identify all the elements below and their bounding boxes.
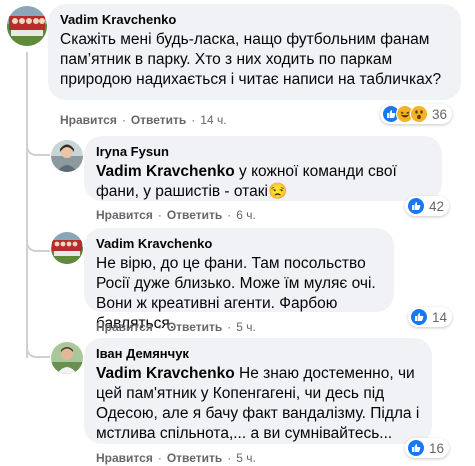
reply-link[interactable]: Ответить [167, 451, 222, 465]
reply-link[interactable]: Ответить [131, 113, 186, 127]
reaction-count: 16 [429, 440, 445, 456]
comment-bubble: Vadim Kravchenko Не вірю, до це фани. Та… [84, 228, 394, 332]
comment-text: Скажіть мені будь-ласка, нащо футбольним… [60, 30, 449, 90]
comment-actions: Нравится · Ответить · 5 ч. [96, 320, 256, 334]
reaction-count: 36 [432, 106, 448, 122]
comment-bubble: Vadim Kravchenko Скажіть мені будь-ласка… [48, 4, 461, 100]
reaction-count: 14 [432, 309, 448, 325]
comment-actions: Нравится · Ответить · 5 ч. [96, 451, 256, 465]
wow-icon [410, 105, 428, 123]
separator: · [227, 208, 232, 222]
separator: · [227, 320, 232, 334]
thread-elbow [26, 136, 50, 156]
reaction-summary[interactable]: 42 [405, 196, 450, 216]
comment-bubble: Iryna Fysun Vadim Kravchenko у кожної ко… [84, 136, 442, 201]
comment-actions: Нравится · Ответить · 14 ч. [60, 113, 227, 127]
reaction-summary[interactable]: 14 [408, 307, 453, 327]
reaction-summary[interactable]: 36 [380, 104, 453, 124]
timestamp[interactable]: 6 ч. [236, 208, 256, 222]
avatar[interactable] [7, 6, 47, 46]
reply-link[interactable]: Ответить [167, 208, 222, 222]
timestamp[interactable]: 5 ч. [236, 320, 256, 334]
thread-line [26, 52, 28, 358]
comment-text: Vadim Kravchenko у кожної команди свої ф… [96, 162, 430, 202]
like-icon [407, 197, 425, 215]
avatar[interactable] [51, 232, 83, 264]
separator: · [227, 451, 232, 465]
like-link[interactable]: Нравится [96, 320, 153, 334]
reply-link[interactable]: Ответить [167, 320, 222, 334]
timestamp[interactable]: 5 ч. [236, 451, 256, 465]
comment-actions: Нравится · Ответить · 6 ч. [96, 208, 256, 222]
comment-author[interactable]: Vadim Kravchenko [60, 12, 449, 28]
separator: · [121, 113, 126, 127]
comment-bubble: Іван Демянчук Vadim Kravchenko Не знаю д… [84, 338, 432, 444]
like-link[interactable]: Нравится [60, 113, 117, 127]
comment-body: Скажіть мені будь-ласка, нащо футбольним… [60, 31, 442, 88]
separator: · [157, 208, 162, 222]
thread-elbow [26, 338, 50, 358]
like-link[interactable]: Нравится [96, 451, 153, 465]
separator: · [191, 113, 196, 127]
avatar[interactable] [51, 140, 83, 172]
timestamp[interactable]: 14 ч. [200, 113, 226, 127]
comment-text: Vadim Kravchenko Не знаю достеменно, чи … [96, 364, 420, 444]
comment-author[interactable]: Іван Демянчук [96, 346, 420, 362]
reaction-count: 42 [429, 198, 445, 214]
reaction-summary[interactable]: 16 [405, 438, 450, 458]
comment-author[interactable]: Iryna Fysun [96, 144, 430, 160]
like-icon [407, 439, 425, 457]
thread-elbow [26, 232, 50, 252]
avatar[interactable] [51, 342, 83, 374]
like-link[interactable]: Нравится [96, 208, 153, 222]
separator: · [157, 320, 162, 334]
mention-link[interactable]: Vadim Kravchenko [96, 365, 235, 382]
comment-author[interactable]: Vadim Kravchenko [96, 236, 382, 252]
mention-link[interactable]: Vadim Kravchenko [96, 163, 235, 180]
like-icon [410, 308, 428, 326]
separator: · [157, 451, 162, 465]
